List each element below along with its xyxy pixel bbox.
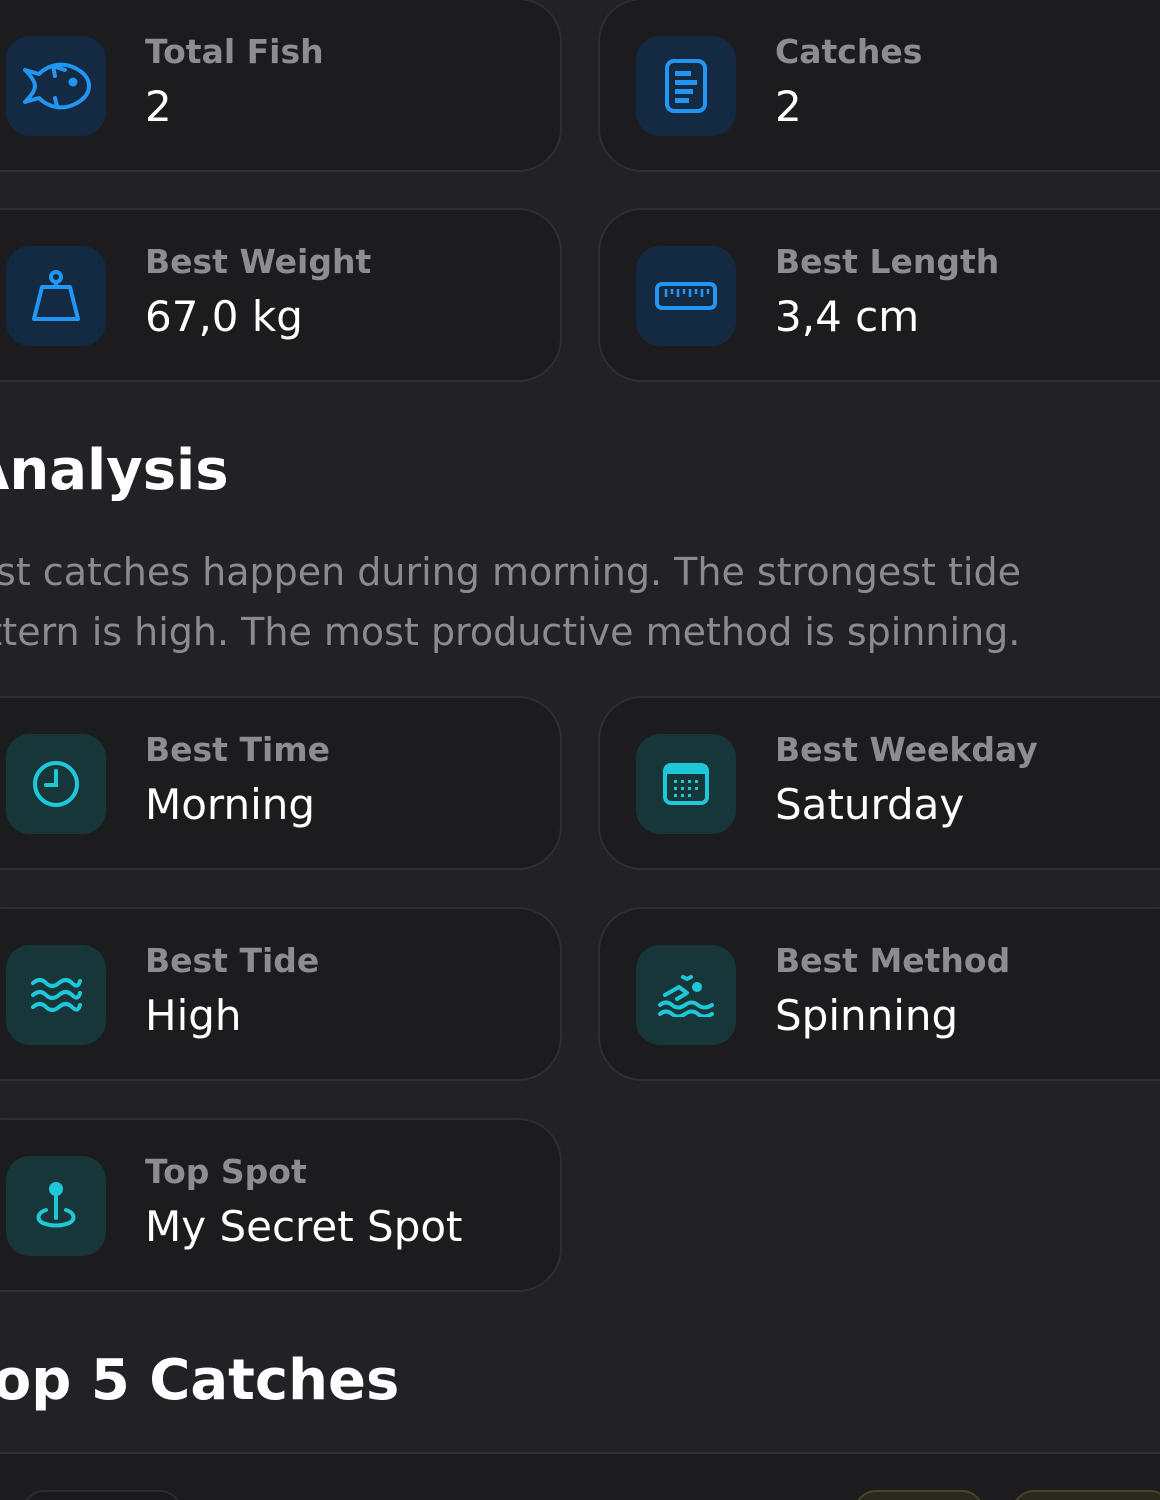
analysis-title: Analysis [0, 438, 229, 503]
analysis-value: Spinning [775, 991, 959, 1040]
analysis-value: High [145, 991, 242, 1040]
analysis-summary-line: Most catches happen during morning. The … [0, 550, 1021, 594]
map-pin-icon [6, 1156, 106, 1256]
analysis-summary: Most catches happen during morning. The … [0, 542, 1160, 662]
stat-card-total-fish: Total Fish 2 [0, 0, 562, 172]
stat-value: 67,0 kg [145, 292, 303, 341]
stat-card-best-weight: Best Weight 67,0 kg [0, 208, 562, 382]
catch-thumbnail [22, 1490, 182, 1500]
analysis-label: Best Tide [145, 941, 320, 980]
analysis-label: Top Spot [145, 1152, 307, 1191]
clock-icon [6, 734, 106, 834]
stat-label: Best Weight [145, 242, 372, 281]
ruler-icon [636, 246, 736, 346]
document-icon [636, 36, 736, 136]
analysis-card-best-weekday: Best Weekday Saturday [598, 696, 1160, 870]
calendar-icon [636, 734, 736, 834]
analysis-card-best-tide: Best Tide High [0, 907, 562, 1081]
catch-badge [1012, 1490, 1160, 1500]
fish-icon [6, 36, 106, 136]
top-catches-title: Top 5 Catches [0, 1348, 400, 1413]
stat-card-catches: Catches 2 [598, 0, 1160, 172]
catch-badge [854, 1490, 984, 1500]
top-catch-list-item[interactable] [0, 1452, 1160, 1500]
scale-weight-icon [6, 246, 106, 346]
analysis-value: Morning [145, 780, 316, 829]
analysis-card-best-method: Best Method Spinning [598, 907, 1160, 1081]
water-waves-icon [6, 945, 106, 1045]
analysis-value: My Secret Spot [145, 1202, 463, 1251]
stat-label: Catches [775, 32, 923, 71]
analysis-label: Best Time [145, 730, 331, 769]
analysis-summary-line: pattern is high. The most productive met… [0, 610, 1021, 654]
swimmer-icon [636, 945, 736, 1045]
analysis-value: Saturday [775, 780, 965, 829]
stat-card-best-length: Best Length 3,4 cm [598, 208, 1160, 382]
stat-value: 2 [145, 82, 172, 131]
stat-label: Total Fish [145, 32, 324, 71]
stat-value: 2 [775, 82, 802, 131]
analysis-card-top-spot: Top Spot My Secret Spot [0, 1118, 562, 1292]
stat-label: Best Length [775, 242, 1000, 281]
analysis-label: Best Method [775, 941, 1011, 980]
statistics-page: Total Fish 2 Catches 2 Best Weight 67,0 … [0, 0, 1160, 1500]
analysis-card-best-time: Best Time Morning [0, 696, 562, 870]
stat-value: 3,4 cm [775, 292, 920, 341]
analysis-label: Best Weekday [775, 730, 1038, 769]
